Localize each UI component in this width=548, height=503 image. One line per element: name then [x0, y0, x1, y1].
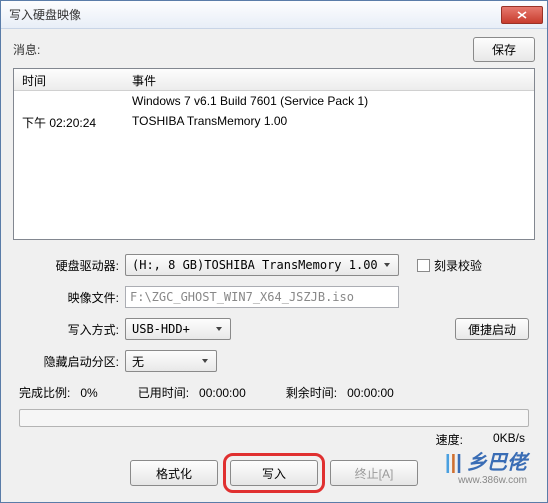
drive-value: (H:, 8 GB)TOSHIBA TransMemory 1.00: [132, 258, 378, 272]
completed-value: 0%: [80, 386, 97, 400]
log-row: Windows 7 v6.1 Build 7601 (Service Pack …: [14, 91, 534, 111]
stats-row: 完成比例: 0% 已用时间: 00:00:00 剩余时间: 00:00:00: [13, 384, 535, 401]
write-method-select[interactable]: USB-HDD+: [125, 318, 231, 340]
close-button[interactable]: [501, 6, 543, 24]
progress-bar: [19, 409, 529, 427]
save-button[interactable]: 保存: [473, 37, 535, 62]
chevron-down-icon: [210, 321, 228, 337]
elapsed-value: 00:00:00: [199, 386, 246, 400]
quick-boot-button[interactable]: 便捷启动: [455, 318, 529, 340]
chevron-down-icon: [378, 257, 396, 273]
dialog-window: 写入硬盘映像 消息: 保存 时间 事件 Windows 7 v6.1 Build…: [0, 0, 548, 503]
close-icon: [517, 11, 527, 19]
message-label: 消息:: [13, 41, 473, 58]
log-header: 时间 事件: [14, 69, 534, 91]
watermark: ||| 乡巴佬 www.386w.com: [445, 446, 527, 486]
watermark-url: www.386w.com: [458, 475, 527, 486]
log-cell-event: Windows 7 v6.1 Build 7601 (Service Pack …: [124, 91, 534, 111]
log-cell-time: 下午 02:20:24: [14, 111, 124, 134]
drive-label: 硬盘驱动器:: [19, 257, 119, 274]
hidden-partition-select[interactable]: 无: [125, 350, 217, 372]
drive-select[interactable]: (H:, 8 GB)TOSHIBA TransMemory 1.00: [125, 254, 399, 276]
content-area: 消息: 保存 时间 事件 Windows 7 v6.1 Build 7601 (…: [1, 29, 547, 502]
log-col-time: 时间: [14, 69, 124, 90]
completed-label: 完成比例:: [19, 384, 70, 401]
log-cell-event: TOSHIBA TransMemory 1.00: [124, 111, 534, 134]
abort-button: 终止[A]: [330, 460, 418, 486]
hidden-partition-label: 隐藏启动分区:: [19, 353, 119, 370]
remaining-value: 00:00:00: [347, 386, 394, 400]
remaining-label: 剩余时间:: [286, 384, 337, 401]
window-title: 写入硬盘映像: [9, 6, 501, 23]
log-cell-time: [14, 91, 124, 111]
watermark-brand: 乡巴佬: [467, 452, 527, 474]
image-file-input[interactable]: [125, 286, 399, 308]
form-area: 硬盘驱动器: (H:, 8 GB)TOSHIBA TransMemory 1.0…: [13, 254, 535, 372]
verify-checkbox[interactable]: [417, 259, 430, 272]
hidden-partition-value: 无: [132, 353, 144, 370]
titlebar: 写入硬盘映像: [1, 1, 547, 29]
log-row: 下午 02:20:24 TOSHIBA TransMemory 1.00: [14, 111, 534, 134]
log-col-event: 事件: [124, 69, 534, 90]
chevron-down-icon: [196, 353, 214, 369]
log-body[interactable]: Windows 7 v6.1 Build 7601 (Service Pack …: [14, 91, 534, 239]
verify-label: 刻录校验: [434, 257, 482, 274]
elapsed-label: 已用时间:: [138, 384, 189, 401]
write-method-label: 写入方式:: [19, 321, 119, 338]
write-button[interactable]: 写入: [230, 460, 318, 486]
write-method-value: USB-HDD+: [132, 322, 190, 336]
image-label: 映像文件:: [19, 289, 119, 306]
format-button[interactable]: 格式化: [130, 460, 218, 486]
log-list: 时间 事件 Windows 7 v6.1 Build 7601 (Service…: [13, 68, 535, 240]
